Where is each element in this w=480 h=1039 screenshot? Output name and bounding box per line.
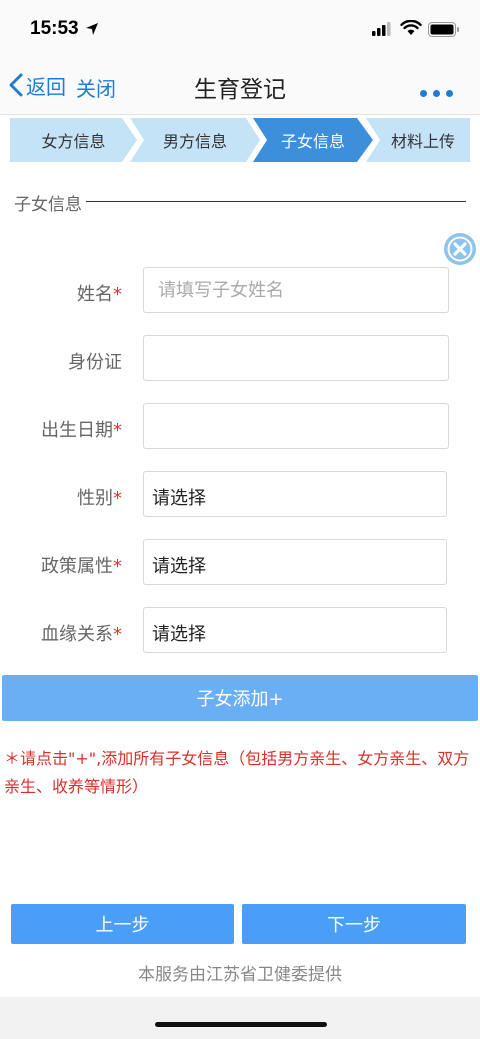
next-step-button[interactable]: 下一步 (242, 904, 466, 944)
relation-label-text: 血缘关系 (41, 624, 113, 645)
idcard-label-text: 身份证 (68, 352, 122, 373)
idcard-label: 身份证 (0, 348, 122, 374)
more-dot-icon (420, 90, 427, 97)
birth-date-input[interactable] (143, 403, 449, 449)
gender-label-text: 性别 (77, 488, 113, 509)
relation-select[interactable]: 请选择 (143, 607, 447, 653)
prev-step-button[interactable]: 上一步 (11, 904, 234, 944)
idcard-input[interactable] (143, 335, 449, 381)
location-arrow-icon (86, 23, 98, 35)
battery-icon (428, 22, 459, 37)
required-mark: * (113, 488, 122, 509)
required-mark: * (113, 624, 122, 645)
step-child-info[interactable]: 子女信息 (253, 118, 373, 162)
footer-text: 本服务由江苏省卫健委提供 (138, 965, 342, 985)
step-label: 女方信息 (41, 132, 106, 151)
step-label: 材料上传 (390, 132, 455, 151)
policy-select[interactable]: 请选择 (143, 539, 447, 585)
name-label-text: 姓名 (77, 284, 113, 305)
section-divider (86, 201, 466, 202)
relation-label: 血缘关系* (0, 620, 122, 646)
back-button[interactable]: 返回 (8, 70, 66, 100)
wifi-icon (400, 20, 422, 35)
close-button[interactable]: 关闭 (76, 73, 116, 102)
child-name-input[interactable] (143, 267, 449, 313)
required-mark: * (113, 420, 122, 441)
birth-date-label: 出生日期* (0, 416, 122, 442)
gender-label: 性别* (0, 484, 122, 510)
birth-date-label-text: 出生日期 (41, 420, 113, 441)
step-material-upload[interactable]: 材料上传 (366, 118, 470, 162)
step-indicator: 女方信息 男方信息 子女信息 材料上传 (10, 118, 470, 162)
back-label: 返回 (26, 74, 66, 99)
policy-label: 政策属性* (0, 552, 122, 578)
step-label: 子女信息 (280, 132, 345, 151)
name-label: 姓名* (0, 280, 122, 306)
hint-text: ＊请点击"+",添加所有子女信息（包括男方亲生、女方亲生、双方亲生、收养等情形） (4, 749, 470, 796)
more-options-button[interactable] (420, 82, 460, 97)
bottom-bar (0, 997, 480, 1039)
cellular-signal-icon (372, 22, 391, 36)
gender-select[interactable]: 请选择 (143, 471, 447, 517)
nav-bar: 返回 关闭 生育登记 (0, 58, 480, 115)
more-dot-icon (433, 90, 440, 97)
status-bar: 15:53 (0, 0, 480, 58)
step-label: 男方信息 (162, 132, 227, 151)
delete-child-icon[interactable] (443, 232, 477, 266)
policy-label-text: 政策属性 (41, 556, 113, 577)
required-mark: * (113, 284, 122, 305)
page-title: 生育登记 (194, 77, 286, 103)
section-title: 子女信息 (14, 190, 86, 215)
home-indicator[interactable] (155, 1022, 327, 1027)
step-female-info[interactable]: 女方信息 (10, 118, 137, 162)
add-child-button[interactable]: 子女添加+ (2, 675, 478, 721)
more-dot-icon (446, 90, 453, 97)
required-mark: * (113, 556, 122, 577)
step-male-info[interactable]: 男方信息 (130, 118, 260, 162)
chevron-left-icon (9, 73, 23, 97)
status-time: 15:53 (30, 18, 79, 39)
